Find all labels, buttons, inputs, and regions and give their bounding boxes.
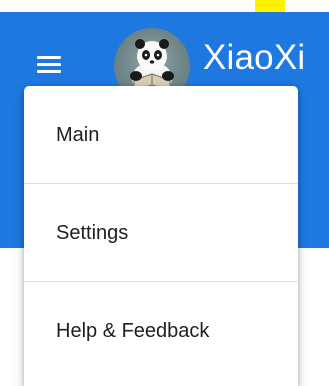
menu-item-help-feedback[interactable]: Help & Feedback xyxy=(24,282,298,380)
highlight-mark xyxy=(255,0,285,12)
menu-item-label: Settings xyxy=(56,221,129,244)
menu-item-label: Help & Feedback xyxy=(56,319,210,342)
hamburger-menu-icon[interactable] xyxy=(37,56,61,74)
menu-item-label: Main xyxy=(56,123,100,146)
menu-item-main[interactable]: Main xyxy=(24,86,298,184)
overflow-menu: Main Settings Help & Feedback xyxy=(24,86,298,386)
menu-item-settings[interactable]: Settings xyxy=(24,184,298,282)
app-title: XiaoXi xyxy=(203,38,306,77)
